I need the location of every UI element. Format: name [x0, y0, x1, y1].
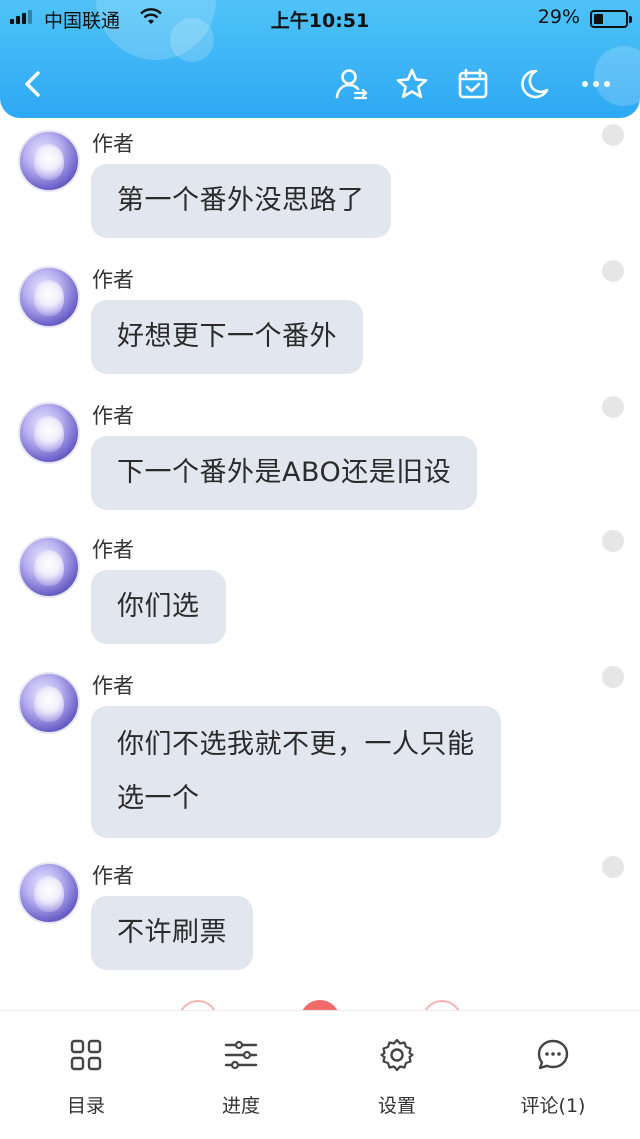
avatar[interactable] [18, 536, 80, 598]
author-name: 作者 [92, 864, 134, 888]
message-line: 你们不选我就不更，一人只能 [117, 729, 475, 760]
tab-label: 目录 [66, 1095, 105, 1117]
message-bubble: 你们不选我就不更，一人只能 选一个 [91, 706, 501, 838]
sliders-icon [224, 1040, 258, 1070]
unread-dot [602, 530, 624, 552]
calendar-check-icon[interactable] [451, 62, 495, 106]
avatar[interactable] [18, 402, 80, 464]
unread-dot [602, 396, 624, 418]
unread-dot [602, 260, 624, 282]
star-icon[interactable] [390, 62, 434, 106]
message-line: 选一个 [117, 783, 200, 814]
back-icon[interactable] [12, 62, 56, 106]
header: 中国联通 上午10:51 29% [0, 0, 640, 118]
more-icon[interactable] [574, 62, 618, 106]
message-bubble: 第一个番外没思路了 [91, 164, 391, 238]
chat-list[interactable]: 作者 第一个番外没思路了 作者 好想更下一个番外 作者 下一个番外是ABO还是旧… [0, 118, 640, 1010]
grid-icon [70, 1039, 102, 1071]
status-bar: 中国联通 上午10:51 29% [0, 0, 640, 36]
author-name: 作者 [92, 132, 134, 156]
moon-icon[interactable] [512, 62, 556, 106]
avatar[interactable] [18, 130, 80, 192]
avatar[interactable] [18, 672, 80, 734]
author-name: 作者 [92, 674, 134, 698]
tab-settings[interactable]: 设置 [337, 1037, 457, 1118]
tab-label: 评论(1) [520, 1095, 586, 1117]
avatar[interactable] [18, 266, 80, 328]
gear-icon [380, 1038, 414, 1072]
message-bubble: 你们选 [91, 570, 226, 644]
message-bubble: 不许刷票 [91, 896, 253, 970]
comment-icon [537, 1039, 569, 1070]
author-name: 作者 [92, 268, 134, 292]
message-bubble: 好想更下一个番外 [91, 300, 363, 374]
message-bubble: 下一个番外是ABO还是旧设 [91, 436, 478, 510]
unread-dot [602, 124, 624, 146]
author-name: 作者 [92, 404, 134, 428]
bottom-toolbar: 目录 进度 设置 评论(1) [0, 1010, 640, 1139]
author-name: 作者 [92, 538, 134, 562]
tab-progress[interactable]: 进度 [181, 1037, 301, 1118]
tab-label: 进度 [221, 1095, 260, 1117]
battery-percent: 29% [537, 6, 580, 28]
avatar[interactable] [18, 862, 80, 924]
battery-icon [590, 10, 632, 28]
tab-comments[interactable]: 评论(1) [493, 1037, 613, 1118]
tab-label: 设置 [377, 1095, 416, 1117]
unread-dot [602, 666, 624, 688]
user-switch-icon[interactable] [329, 62, 373, 106]
tab-contents[interactable]: 目录 [26, 1037, 146, 1118]
unread-dot [602, 856, 624, 878]
